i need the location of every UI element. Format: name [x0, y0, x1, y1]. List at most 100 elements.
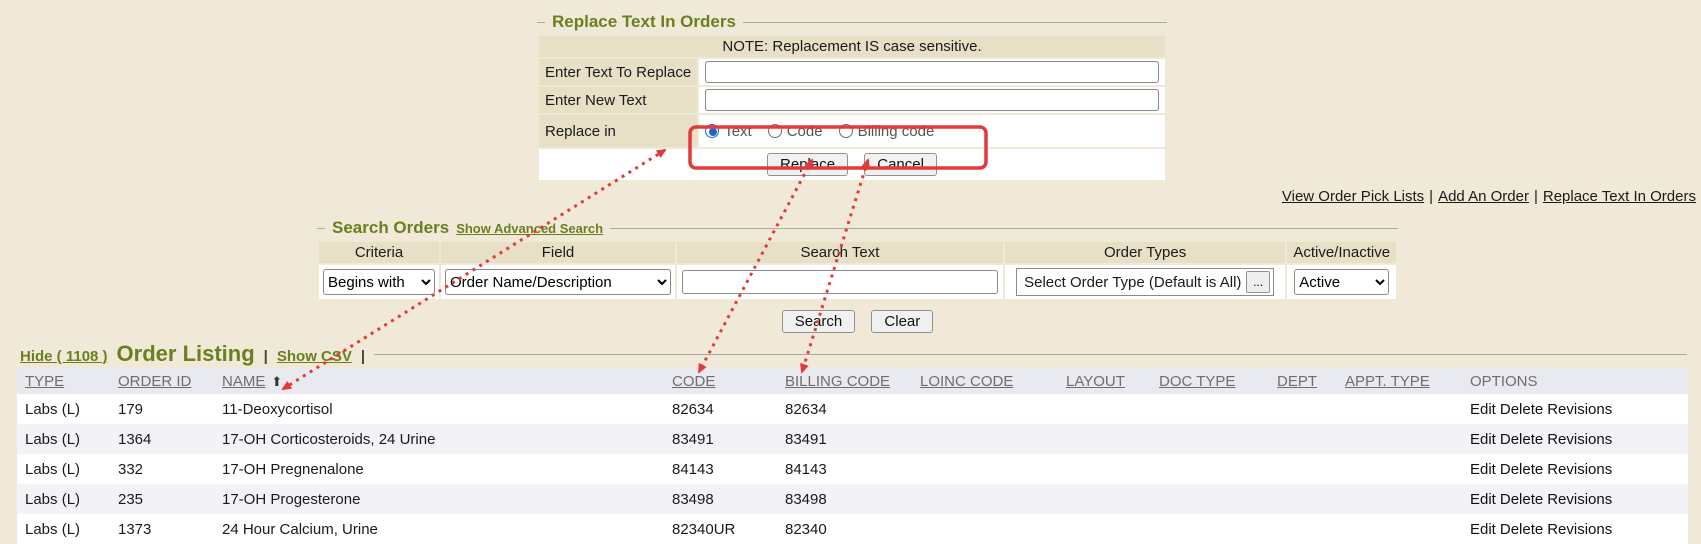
replace-in-row: Replace in Text Code Billing code	[539, 115, 1165, 147]
column-header-code[interactable]: CODE	[664, 368, 777, 394]
replace-form-table: NOTE: Replacement IS case sensitive. Ent…	[537, 34, 1167, 182]
order-types-picker[interactable]: Select Order Type (Default is All) ...	[1016, 268, 1274, 296]
cell-layout	[1058, 424, 1151, 454]
row-delete-link[interactable]: Delete	[1500, 461, 1543, 478]
new-text-row: Enter New Text	[539, 87, 1165, 113]
radio-label-billing-code: Billing code	[858, 123, 935, 140]
table-row: Labs (L)137324 Hour Calcium, Urine82340U…	[17, 514, 1688, 544]
cell-order-id: 332	[110, 454, 214, 484]
row-revisions-link[interactable]: Revisions	[1547, 521, 1612, 538]
cell-loinc-code	[912, 484, 1058, 514]
cell-name: 17-OH Pregnenalone	[214, 454, 664, 484]
active-inactive-select[interactable]: Active	[1294, 269, 1389, 295]
criteria-select[interactable]: Begins with	[323, 269, 435, 295]
radio-button-billing-code[interactable]	[839, 124, 853, 138]
search-text-column-header: Search Text	[677, 242, 1003, 263]
cell-dept	[1269, 424, 1337, 454]
row-revisions-link[interactable]: Revisions	[1547, 401, 1612, 418]
link-separator: |	[1534, 188, 1538, 205]
replace-panel-title: Replace Text In Orders	[552, 12, 736, 32]
row-revisions-link[interactable]: Revisions	[1547, 461, 1612, 478]
row-edit-link[interactable]: Edit	[1470, 521, 1496, 538]
cell-appt-type	[1337, 454, 1462, 484]
search-panel-title: Search Orders	[332, 218, 449, 238]
radio-button-code[interactable]	[768, 124, 782, 138]
row-edit-link[interactable]: Edit	[1470, 401, 1496, 418]
cell-options: EditDeleteRevisions	[1462, 394, 1688, 424]
row-delete-link[interactable]: Delete	[1500, 401, 1543, 418]
column-header-options: OPTIONS	[1462, 368, 1688, 394]
cell-billing-code: 82340	[777, 514, 912, 544]
replace-panel-header: Replace Text In Orders	[537, 12, 1167, 32]
cancel-button[interactable]: Cancel	[864, 153, 937, 176]
column-header-loinc-code[interactable]: LOINC CODE	[912, 368, 1058, 394]
radio-option-text[interactable]: Text	[705, 123, 752, 140]
cell-name: 24 Hour Calcium, Urine	[214, 514, 664, 544]
column-header-dept[interactable]: DEPT	[1269, 368, 1337, 394]
cell-appt-type	[1337, 394, 1462, 424]
row-edit-link[interactable]: Edit	[1470, 431, 1496, 448]
cell-billing-code: 83491	[777, 424, 912, 454]
table-row: Labs (L)17911-Deoxycortisol8263482634Edi…	[17, 394, 1688, 424]
cell-dept	[1269, 394, 1337, 424]
view-order-pick-lists-link[interactable]: View Order Pick Lists	[1282, 188, 1424, 205]
cell-dept	[1269, 514, 1337, 544]
search-button[interactable]: Search	[782, 310, 856, 333]
cell-options: EditDeleteRevisions	[1462, 514, 1688, 544]
cell-doc-type	[1151, 454, 1269, 484]
search-header-row: Criteria Field Search Text Order Types A…	[319, 242, 1396, 263]
search-text-input[interactable]	[682, 270, 998, 294]
row-delete-link[interactable]: Delete	[1500, 491, 1543, 508]
row-edit-link[interactable]: Edit	[1470, 461, 1496, 478]
new-text-input[interactable]	[705, 89, 1159, 111]
search-orders-panel: Search Orders Show Advanced Search Crite…	[317, 218, 1398, 333]
column-header-appt-type[interactable]: APPT. TYPE	[1337, 368, 1462, 394]
link-separator: |	[1429, 188, 1433, 205]
order-types-column-header: Order Types	[1005, 242, 1286, 263]
column-header-type[interactable]: TYPE	[17, 368, 110, 394]
orders-table-body: Labs (L)17911-Deoxycortisol8263482634Edi…	[17, 394, 1688, 544]
cell-name: 11-Deoxycortisol	[214, 394, 664, 424]
order-types-browse-button[interactable]: ...	[1246, 271, 1270, 293]
column-header-layout[interactable]: LAYOUT	[1058, 368, 1151, 394]
cell-order-id: 1373	[110, 514, 214, 544]
radio-button-text[interactable]	[705, 124, 719, 138]
show-csv-link[interactable]: Show CSV	[277, 348, 352, 365]
case-sensitive-note: NOTE: Replacement IS case sensitive.	[539, 36, 1165, 57]
table-row: Labs (L)136417-OH Corticosteroids, 24 Ur…	[17, 424, 1688, 454]
text-to-replace-input[interactable]	[705, 61, 1159, 83]
clear-button[interactable]: Clear	[871, 310, 933, 333]
add-an-order-link[interactable]: Add An Order	[1438, 188, 1529, 205]
radio-option-billing-code[interactable]: Billing code	[839, 123, 935, 140]
cell-type: Labs (L)	[17, 514, 110, 544]
row-delete-link[interactable]: Delete	[1500, 521, 1543, 538]
column-header-name[interactable]: NAME⬆	[214, 368, 664, 394]
row-revisions-link[interactable]: Revisions	[1547, 491, 1612, 508]
cell-dept	[1269, 484, 1337, 514]
row-delete-link[interactable]: Delete	[1500, 431, 1543, 448]
new-text-label: Enter New Text	[539, 87, 697, 113]
cell-loinc-code	[912, 424, 1058, 454]
field-select[interactable]: Order Name/Description	[445, 269, 671, 295]
cell-type: Labs (L)	[17, 424, 110, 454]
replace-button[interactable]: Replace	[767, 153, 848, 176]
radio-option-code[interactable]: Code	[768, 123, 823, 140]
cell-billing-code: 83498	[777, 484, 912, 514]
orders-header-row: TYPE ORDER ID NAME⬆ CODE BILLING CODE LO…	[17, 368, 1688, 394]
cell-code: 82340UR	[664, 514, 777, 544]
column-header-doc-type[interactable]: DOC TYPE	[1151, 368, 1269, 394]
cell-doc-type	[1151, 514, 1269, 544]
column-header-billing-code[interactable]: BILLING CODE	[777, 368, 912, 394]
show-advanced-search-link[interactable]: Show Advanced Search	[456, 221, 603, 236]
column-header-order-id[interactable]: ORDER ID	[110, 368, 214, 394]
orders-table: TYPE ORDER ID NAME⬆ CODE BILLING CODE LO…	[17, 368, 1688, 544]
row-edit-link[interactable]: Edit	[1470, 491, 1496, 508]
fieldset-border-stub	[317, 228, 325, 229]
search-form-table: Criteria Field Search Text Order Types A…	[317, 240, 1398, 301]
row-revisions-link[interactable]: Revisions	[1547, 431, 1612, 448]
replace-text-in-orders-link[interactable]: Replace Text In Orders	[1543, 188, 1696, 205]
fieldset-border-stub	[537, 22, 545, 23]
cell-type: Labs (L)	[17, 394, 110, 424]
cell-appt-type	[1337, 514, 1462, 544]
hide-count-link[interactable]: Hide ( 1108 )	[20, 348, 108, 365]
